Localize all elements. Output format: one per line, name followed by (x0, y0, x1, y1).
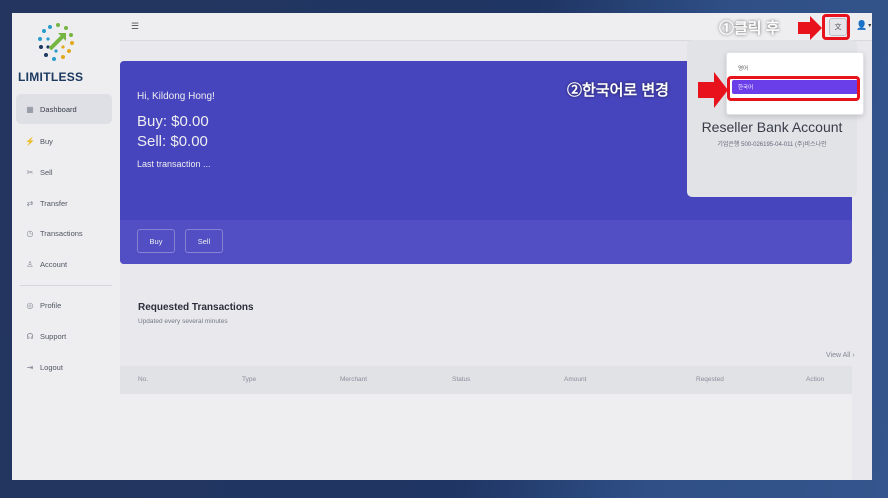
buy-icon: ⚡ (25, 136, 35, 146)
requested-transactions-subtitle: Updated every several minutes (138, 318, 228, 325)
column-header: No. (138, 376, 149, 383)
bank-account-number: 기업은행 500-026195-04-011 (주)비스나인 (717, 142, 827, 148)
step2-highlight-box (727, 76, 860, 101)
sidebar-item-transactions[interactable]: ◷ Transactions (16, 218, 112, 248)
transactions-table-header: No. Type Merchant Status Amount Reqested… (120, 366, 852, 394)
sidebar-item-label: Transfer (40, 198, 68, 208)
support-icon: ☊ (26, 331, 34, 341)
logo-icon (38, 23, 74, 61)
dashboard-icon: ▦ (26, 104, 34, 114)
user-menu-button[interactable]: 👤 ▾ (856, 20, 871, 31)
column-header: Reqested (696, 376, 724, 383)
sidebar-item-support[interactable]: ☊ Support (16, 321, 112, 351)
sidebar-item-label: Dashboard (40, 104, 77, 114)
user-icon: ♙ (26, 259, 34, 269)
sidebar-item-label: Profile (40, 300, 62, 310)
profile-icon: ◎ (26, 300, 34, 310)
view-all-link[interactable]: View All › (826, 352, 855, 359)
sidebar-item-label: Account (40, 259, 68, 269)
step1-annotation: ①클릭 후 (719, 20, 780, 37)
greeting-text: Hi, Kildong Hong! (137, 91, 215, 102)
transfer-icon: ⇄ (26, 198, 34, 208)
clock-icon: ◷ (26, 228, 34, 238)
logo-text: LIMITLESS (18, 70, 84, 84)
sidebar-item-transfer[interactable]: ⇄ Transfer (16, 188, 112, 218)
last-transaction-text: Last transaction ... (137, 159, 211, 169)
banner-actions-bar (120, 220, 852, 264)
sidebar-item-dashboard[interactable]: ▦ Dashboard (16, 94, 112, 124)
step2-arrow-icon (698, 72, 728, 108)
sidebar-divider (20, 285, 112, 286)
step2-annotation: ②한국어로 변경 (567, 82, 669, 99)
sidebar-item-account[interactable]: ♙ Account (16, 249, 112, 279)
sidebar: LIMITLESS ▦ Dashboard ⚡ Buy ✂ Sell ⇄ Tra… (12, 13, 120, 480)
bank-card-title: Reseller Bank Account (701, 119, 843, 135)
buy-button[interactable]: Buy (137, 229, 175, 253)
sell-button[interactable]: Sell (185, 229, 223, 253)
sidebar-item-label: Sell (40, 167, 53, 177)
column-header: Action (806, 376, 825, 383)
view-all-label: View All (826, 352, 851, 359)
column-header: Type (242, 376, 257, 383)
sidebar-item-profile[interactable]: ◎ Profile (16, 290, 112, 320)
language-option-english[interactable]: 영어 (738, 64, 748, 72)
sidebar-item-logout[interactable]: ⇥ Logout (16, 352, 112, 382)
step1-highlight-box (822, 14, 850, 40)
step1-arrow-icon (798, 16, 822, 40)
transactions-table-body (120, 394, 852, 480)
chevron-down-icon: ▾ (868, 23, 872, 29)
logout-icon: ⇥ (26, 362, 34, 372)
chevron-right-icon: › (850, 352, 855, 359)
buy-total: Buy: $0.00 (137, 113, 209, 130)
requested-transactions-title: Requested Transactions (138, 302, 254, 313)
hamburger-menu-icon[interactable]: ☰ (131, 21, 139, 32)
column-header: Amount (564, 376, 587, 383)
column-header: Merchant (340, 376, 368, 383)
sell-total: Sell: $0.00 (137, 133, 208, 150)
sell-icon: ✂ (26, 167, 34, 177)
sidebar-item-label: Support (40, 331, 67, 341)
sidebar-item-label: Buy (40, 136, 53, 146)
sidebar-item-buy[interactable]: ⚡ Buy (16, 126, 112, 156)
sidebar-item-label: Logout (40, 362, 63, 372)
sidebar-item-label: Transactions (40, 228, 83, 238)
user-icon: 👤 (856, 20, 868, 30)
sidebar-item-sell[interactable]: ✂ Sell (16, 157, 112, 187)
column-header: Status (452, 376, 471, 383)
